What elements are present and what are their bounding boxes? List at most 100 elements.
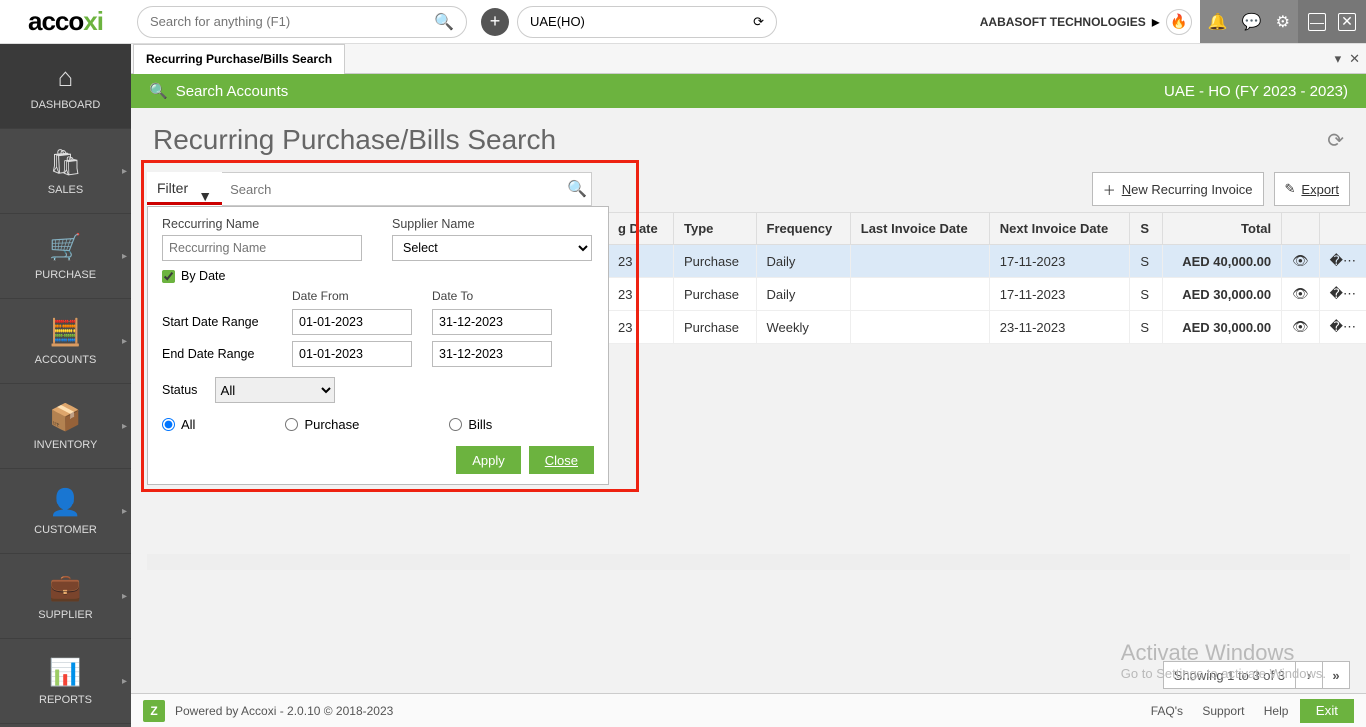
more-icon[interactable]: �⋯ — [1319, 245, 1366, 278]
radio-all[interactable]: All — [162, 417, 195, 432]
window-controls: — ✕ — [1298, 0, 1366, 43]
pager-next[interactable]: › — [1295, 661, 1323, 689]
by-date-checkbox[interactable]: By Date — [162, 269, 594, 283]
footer-powered: Powered by Accoxi - 2.0.10 © 2018-2023 — [175, 704, 393, 718]
filter-trigger: Filter ▼ 🔍 — [147, 172, 592, 206]
view-icon[interactable]: 👁 — [1282, 278, 1320, 311]
greenbar-title: Search Accounts — [176, 83, 289, 100]
col-next-invoice[interactable]: Next Invoice Date — [989, 213, 1130, 245]
sidebar-item-supplier[interactable]: 💼SUPPLIER▸ — [0, 554, 131, 639]
radio-bills-label: Bills — [468, 417, 492, 432]
support-link[interactable]: Support — [1202, 704, 1244, 718]
cell-next: 23-11-2023 — [989, 311, 1130, 344]
supplier-select[interactable]: Select — [392, 235, 592, 261]
tab-menu-icon[interactable]: ▾ — [1335, 51, 1342, 67]
help-link[interactable]: Help — [1264, 704, 1289, 718]
cell-total: AED 40,000.00 — [1162, 245, 1282, 278]
global-search[interactable]: 🔍 — [137, 6, 467, 38]
col-type[interactable]: Type — [674, 213, 757, 245]
pager: Showing 1 to 3 of 3 › » — [131, 651, 1366, 693]
radio-bills[interactable]: Bills — [449, 417, 492, 432]
col-s[interactable]: S — [1130, 213, 1162, 245]
close-icon[interactable]: ✕ — [1338, 13, 1356, 31]
recurring-name-input[interactable] — [162, 235, 362, 261]
radio-purchase-input[interactable] — [285, 418, 298, 431]
col-total[interactable]: Total — [1162, 213, 1282, 245]
end-date-from-input[interactable] — [292, 341, 412, 367]
bell-icon[interactable]: 🔔 — [1208, 12, 1228, 32]
new-recurring-invoice-button[interactable]: ＋ New Recurring Invoice — [1092, 172, 1264, 206]
search-icon[interactable]: 🔍 — [563, 179, 591, 199]
tab-recurring-search[interactable]: Recurring Purchase/Bills Search — [133, 44, 345, 74]
nav-label: INVENTORY — [34, 439, 98, 451]
flame-icon[interactable]: 🔥 — [1166, 9, 1192, 35]
end-date-to-input[interactable] — [432, 341, 552, 367]
chevron-right-icon: ▸ — [122, 251, 127, 262]
export-button[interactable]: ✎ Export — [1274, 172, 1350, 206]
cell-last — [850, 245, 989, 278]
view-icon[interactable]: 👁 — [1282, 311, 1320, 344]
chat-icon[interactable]: 💬 — [1242, 12, 1262, 32]
radio-bills-input[interactable] — [449, 418, 462, 431]
h-scrollbar[interactable] — [147, 554, 1350, 570]
sidebar-item-inventory[interactable]: 📦INVENTORY▸ — [0, 384, 131, 469]
more-icon[interactable]: �⋯ — [1319, 278, 1366, 311]
cell-last — [850, 311, 989, 344]
entity-selector[interactable]: UAE(HO) ⟳ — [517, 6, 777, 38]
col-frequency[interactable]: Frequency — [756, 213, 850, 245]
table-row[interactable]: 23PurchaseWeekly23-11-2023SAED 30,000.00… — [608, 311, 1366, 344]
filter-wrap: Filter ▼ 🔍 Reccurring Name Supplier Name — [147, 172, 592, 206]
col-date[interactable]: g Date — [608, 213, 674, 245]
radio-purchase[interactable]: Purchase — [285, 417, 359, 432]
radio-all-label: All — [181, 417, 195, 432]
search-icon[interactable]: 🔍 — [434, 12, 454, 32]
cart-icon: 🛒 — [49, 232, 81, 263]
export-label: Export — [1301, 182, 1339, 197]
calculator-icon: 🧮 — [49, 317, 81, 348]
table-row[interactable]: 23PurchaseDaily17-11-2023SAED 30,000.00👁… — [608, 278, 1366, 311]
col-last-invoice[interactable]: Last Invoice Date — [850, 213, 989, 245]
filter-toggle[interactable]: Filter ▼ — [147, 174, 222, 205]
view-icon[interactable]: 👁 — [1282, 245, 1320, 278]
gear-icon[interactable]: ⚙ — [1276, 12, 1290, 32]
by-date-label: By Date — [181, 269, 225, 283]
global-search-input[interactable] — [150, 14, 434, 29]
cell-s: S — [1130, 311, 1162, 344]
refresh-icon[interactable]: ⟳ — [1327, 128, 1344, 153]
radio-purchase-label: Purchase — [304, 417, 359, 432]
add-button[interactable]: + — [481, 8, 509, 36]
start-date-to-input[interactable] — [432, 309, 552, 335]
start-date-from-input[interactable] — [292, 309, 412, 335]
close-button[interactable]: Close — [529, 446, 594, 474]
sidebar-item-sales[interactable]: 🛍SALES▸ — [0, 129, 131, 214]
exit-button[interactable]: Exit — [1300, 699, 1354, 723]
by-date-check[interactable] — [162, 270, 175, 283]
sidebar-item-customer[interactable]: 👤CUSTOMER▸ — [0, 469, 131, 554]
supplier-name-label: Supplier Name — [392, 217, 592, 231]
apply-label: Apply — [472, 453, 505, 468]
radio-all-input[interactable] — [162, 418, 175, 431]
briefcase-icon: 💼 — [49, 572, 81, 603]
sync-icon[interactable]: ⟳ — [753, 14, 764, 30]
sidebar-item-purchase[interactable]: 🛒 PURCHASE ▸ — [0, 214, 131, 299]
chevron-right-icon: ▸ — [122, 336, 127, 347]
sidebar-item-accounts[interactable]: 🧮ACCOUNTS▸ — [0, 299, 131, 384]
nav-label: SUPPLIER — [38, 609, 92, 621]
sidebar-item-reports[interactable]: 📊REPORTS▸ — [0, 639, 131, 724]
minimize-icon[interactable]: — — [1308, 13, 1326, 31]
faq-link[interactable]: FAQ's — [1151, 704, 1183, 718]
pager-last[interactable]: » — [1322, 661, 1350, 689]
more-icon[interactable]: �⋯ — [1319, 311, 1366, 344]
new-btn-label: New Recurring Invoice — [1122, 182, 1253, 197]
nav-label: PURCHASE — [35, 269, 96, 281]
apply-button[interactable]: Apply — [456, 446, 521, 474]
sidebar-item-dashboard[interactable]: ⌂DASHBOARD — [0, 44, 131, 129]
status-select[interactable]: All — [215, 377, 335, 403]
filter-search-input[interactable] — [222, 182, 563, 197]
cell-next: 17-11-2023 — [989, 278, 1130, 311]
pager-text: Showing 1 to 3 of 3 — [1163, 661, 1296, 689]
footer-logo-icon: Z — [143, 700, 165, 722]
tab-close-icon[interactable]: ✕ — [1349, 51, 1360, 67]
company-name: AABASOFT TECHNOLOGIES — [980, 15, 1146, 29]
table-row[interactable]: 23PurchaseDaily17-11-2023SAED 40,000.00👁… — [608, 245, 1366, 278]
